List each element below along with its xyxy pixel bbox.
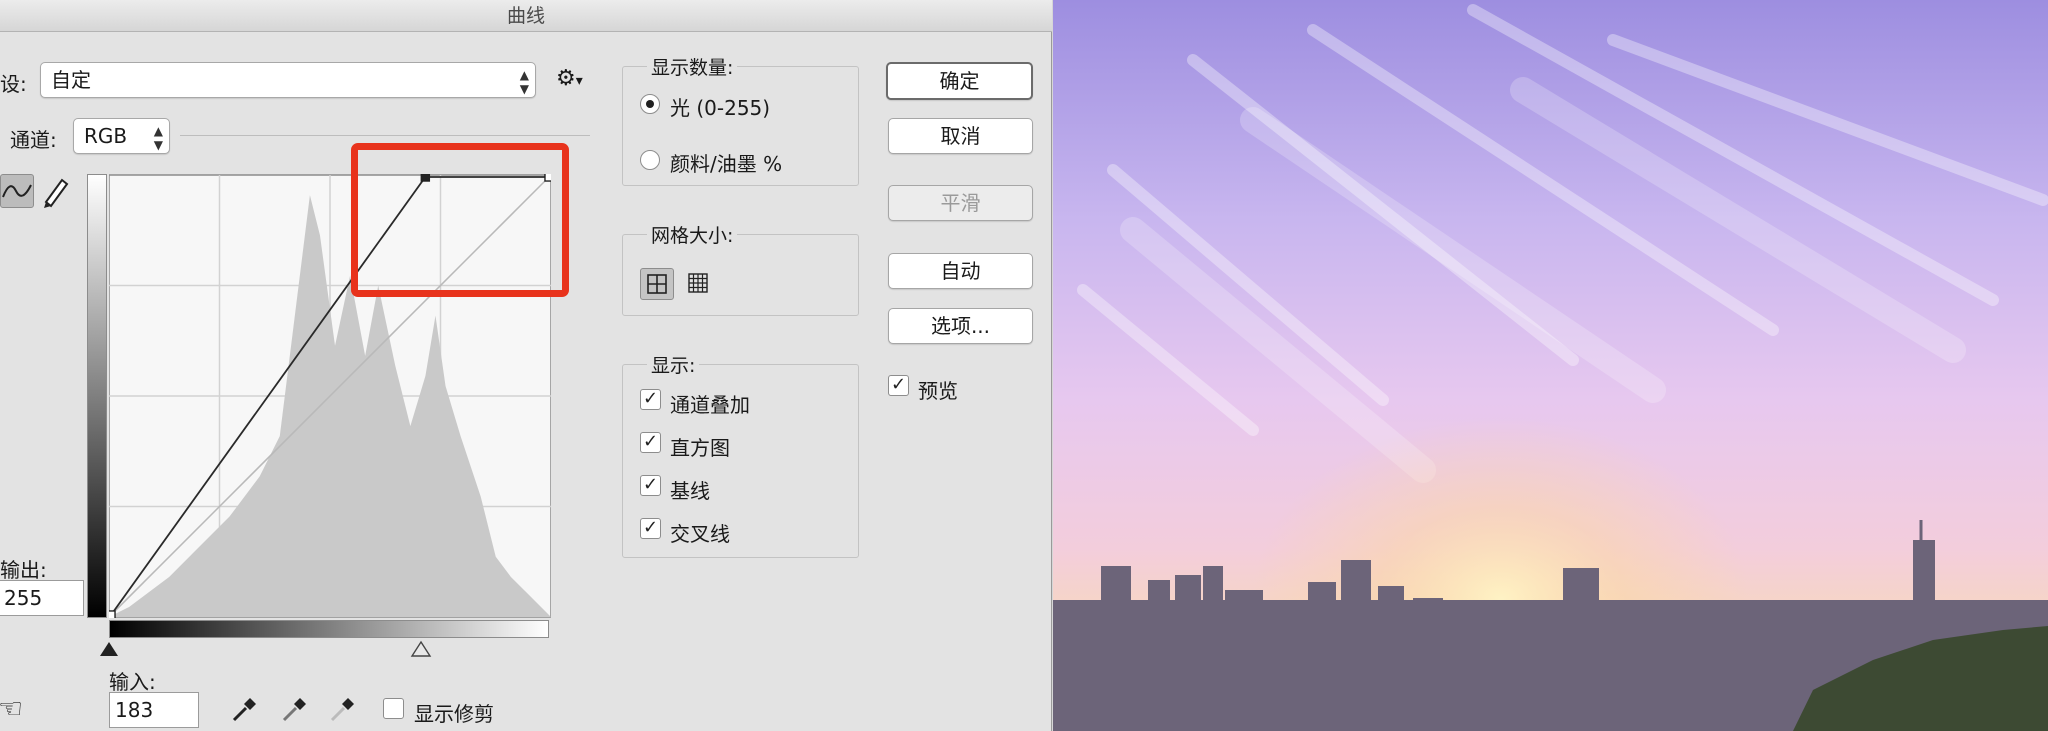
input-field[interactable]: 183: [109, 692, 199, 728]
gray-eyedropper-icon[interactable]: [280, 694, 310, 724]
auto-button[interactable]: 自动: [888, 253, 1033, 289]
channel-overlay-checkbox[interactable]: ✓: [640, 389, 661, 410]
black-point-slider[interactable]: [98, 640, 120, 658]
channel-select[interactable]: RGB ▲ ▼: [73, 118, 170, 154]
preset-select[interactable]: 自定 ▲ ▼: [40, 62, 536, 98]
preview-label: 预览: [918, 379, 958, 403]
ok-button[interactable]: 确定: [886, 62, 1033, 100]
intersection-line-label: 交叉线: [670, 522, 730, 546]
show-clipping-label: 显示修剪: [414, 702, 494, 726]
city-skyline-image: [1053, 0, 2048, 731]
channel-label: 通道:: [10, 128, 57, 152]
curve-point[interactable]: [109, 610, 116, 618]
baseline-label: 基线: [670, 479, 710, 503]
grid-size-title: 网格大小:: [647, 221, 738, 248]
baseline-checkbox[interactable]: ✓: [640, 475, 661, 496]
input-label: 输入:: [109, 670, 156, 694]
pigment-radio-label: 颜料/油墨 %: [670, 152, 783, 176]
light-radio-label: 光 (0-255): [670, 96, 771, 120]
channel-value: RGB: [84, 124, 128, 148]
gear-icon[interactable]: ⚙▾: [556, 66, 583, 91]
output-gradient-bar: [87, 174, 107, 618]
select-arrows-icon: ▲ ▼: [153, 124, 163, 152]
white-eyedropper-icon[interactable]: [328, 694, 358, 724]
black-eyedropper-icon[interactable]: [230, 694, 260, 724]
grid-detailed-icon[interactable]: [682, 268, 716, 300]
grid-simple-icon[interactable]: [640, 268, 674, 300]
divider: [180, 135, 590, 136]
channel-overlay-label: 通道叠加: [670, 393, 750, 417]
smooth-button[interactable]: 平滑: [888, 185, 1033, 221]
window-title: 曲线: [0, 0, 1052, 32]
preset-label: 设:: [0, 72, 27, 96]
histogram-checkbox[interactable]: ✓: [640, 432, 661, 453]
pencil-icon[interactable]: [40, 174, 72, 208]
preset-value: 自定: [51, 68, 91, 92]
highlight-box: [351, 143, 569, 297]
display-amount-title: 显示数量:: [647, 53, 738, 80]
show-clipping-checkbox[interactable]: [383, 698, 404, 719]
histogram-label: 直方图: [670, 436, 730, 460]
input-gradient-bar: [109, 620, 549, 638]
show-title: 显示:: [647, 351, 700, 378]
curves-dialog: 曲线 设: 自定 ▲ ▼ ⚙▾ 通道: RGB ▲ ▼ 输出: 255 输入: …: [0, 0, 1052, 731]
hand-tool-icon[interactable]: ☜: [0, 692, 23, 725]
curve-point-icon[interactable]: [0, 174, 34, 208]
white-point-slider[interactable]: [410, 640, 432, 658]
output-field[interactable]: 255: [0, 580, 84, 616]
cancel-button[interactable]: 取消: [888, 118, 1033, 154]
select-arrows-icon: ▲ ▼: [519, 68, 529, 96]
photo-preview: [1053, 0, 2048, 731]
output-label: 输出:: [0, 558, 47, 582]
options-button[interactable]: 选项...: [888, 308, 1033, 344]
light-radio[interactable]: [640, 94, 660, 114]
pigment-radio[interactable]: [640, 150, 660, 170]
intersection-line-checkbox[interactable]: ✓: [640, 518, 661, 539]
preview-checkbox[interactable]: ✓: [888, 375, 909, 396]
